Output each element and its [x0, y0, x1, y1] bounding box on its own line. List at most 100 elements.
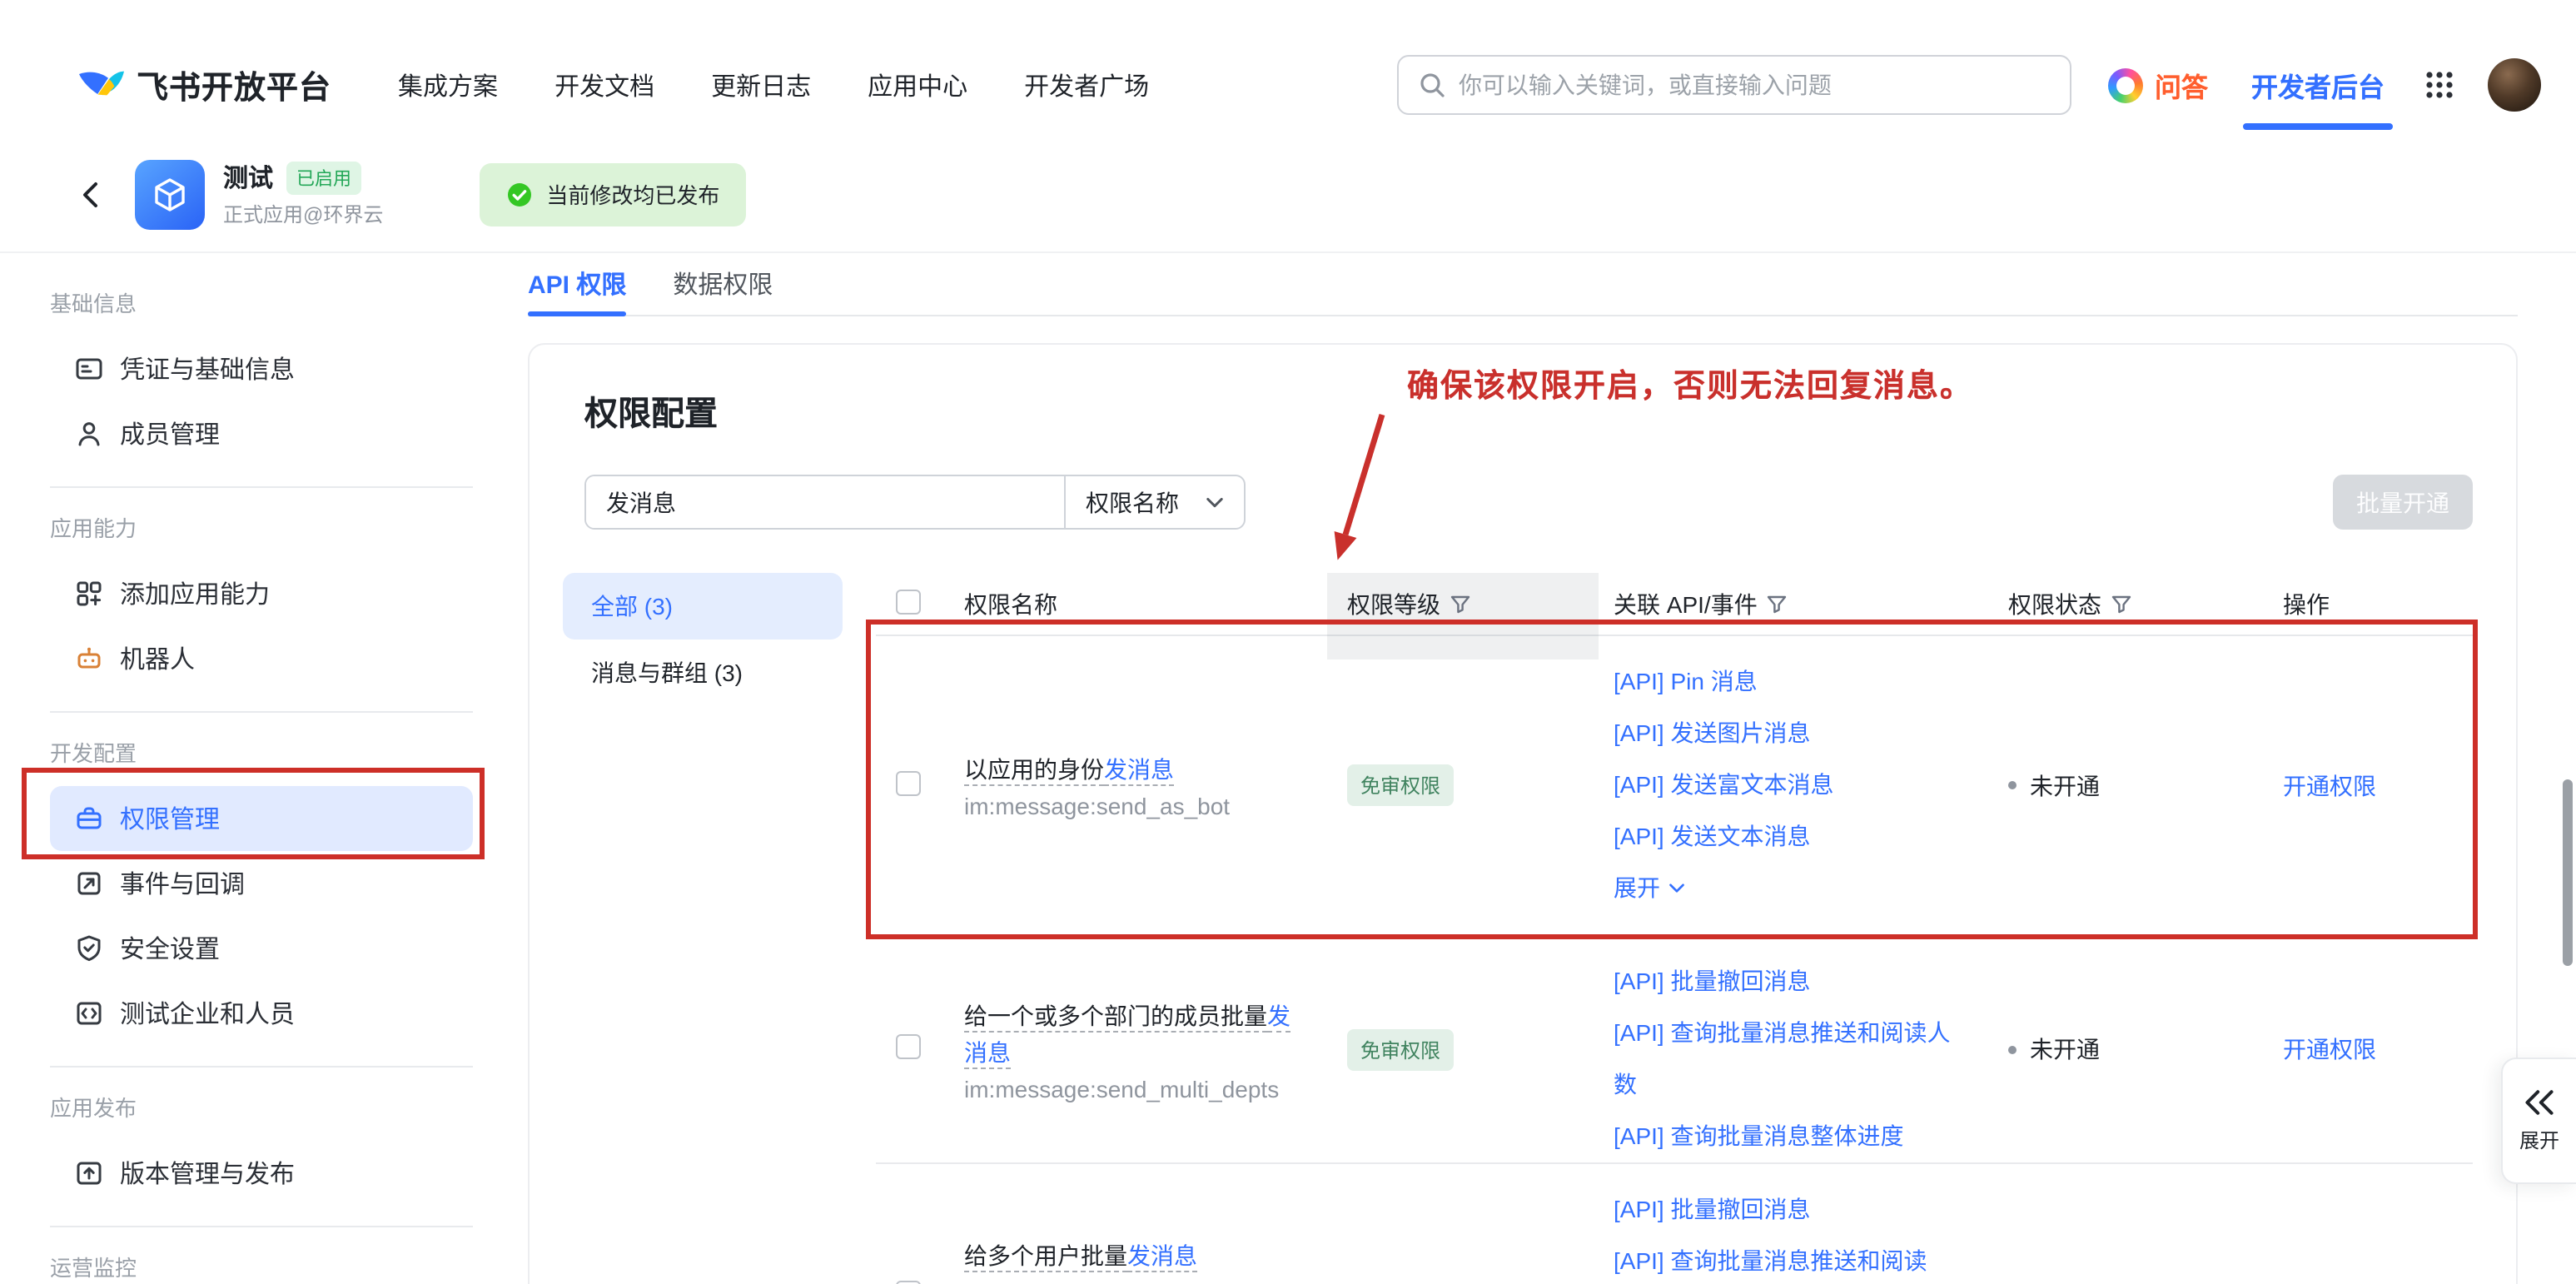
- tab-api-permissions[interactable]: API 权限: [528, 253, 626, 315]
- api-link[interactable]: [API] Pin 消息: [1614, 656, 1987, 708]
- status-badge: 未开通: [2008, 1033, 2261, 1066]
- row-checkbox[interactable]: [896, 1281, 921, 1284]
- sidebar-item-label: 事件与回调: [120, 866, 245, 901]
- permission-name[interactable]: 以应用的身份发消息: [964, 751, 1294, 788]
- filter-funnel-icon[interactable]: [1450, 594, 1470, 614]
- permission-search-input[interactable]: [586, 476, 1064, 528]
- sidebar-item-label: 机器人: [120, 641, 195, 676]
- chevron-down-icon: [1668, 883, 1685, 894]
- permission-name-text: 以应用的身份: [964, 756, 1104, 783]
- divider: [50, 1226, 473, 1227]
- api-link[interactable]: [API] 批量撤回消息: [1614, 1184, 1987, 1236]
- level-badge: 免审权限: [1347, 1028, 1454, 1070]
- table-row: 以应用的身份发消息 im:message:send_as_bot 免审权限 [A…: [876, 636, 2473, 936]
- api-link[interactable]: [API] 发送富文本消息: [1614, 759, 1987, 811]
- search-field-dropdown[interactable]: 权限名称: [1064, 476, 1244, 528]
- publish-status-banner: 当前修改均已发布: [480, 162, 746, 226]
- permission-name[interactable]: 给多个用户批量发消息: [964, 1237, 1294, 1274]
- sidebar-section-release: 应用发布: [0, 1087, 500, 1131]
- sidebar-item-label: 凭证与基础信息: [120, 351, 295, 386]
- status-badge: 未开通: [2008, 769, 2261, 802]
- expand-apis-label: 展开: [1614, 863, 1660, 914]
- global-search[interactable]: [1397, 55, 2071, 115]
- qa-label: 问答: [2155, 65, 2208, 105]
- api-link[interactable]: [API] 批量撤回消息: [1614, 956, 1987, 1008]
- permission-name-highlight[interactable]: 发消息: [1127, 1242, 1197, 1269]
- open-permission-link[interactable]: 开通权限: [2283, 772, 2376, 799]
- nav-item-dev-square[interactable]: 开发者广场: [1024, 67, 1149, 102]
- filter-funnel-icon[interactable]: [1768, 594, 1788, 614]
- select-all-checkbox[interactable]: [896, 589, 921, 614]
- tab-bar: API 权限 数据权限: [528, 253, 2518, 316]
- main-content: API 权限 数据权限 权限配置 权限名称 批量开通: [500, 253, 2576, 1284]
- sidebar-item-test-org[interactable]: 测试企业和人员: [50, 981, 473, 1046]
- code-brackets-icon: [75, 999, 103, 1028]
- back-button[interactable]: [77, 179, 107, 209]
- row-checkbox[interactable]: [896, 770, 921, 795]
- side-panel-expander-label: 展开: [2519, 1126, 2559, 1154]
- row-checkbox[interactable]: [896, 1034, 921, 1059]
- scrollbar-thumb[interactable]: [2563, 779, 2573, 966]
- filter-funnel-icon[interactable]: [2111, 594, 2131, 614]
- sidebar: 基础信息 凭证与基础信息 成员管理 应用能力: [0, 253, 500, 1284]
- divider: [50, 486, 473, 488]
- sidebar-item-bot[interactable]: 机器人: [50, 626, 473, 691]
- open-permission-link[interactable]: 开通权限: [2283, 1036, 2376, 1063]
- top-nav: 飞书开放平台 集成方案 开发文档 更新日志 应用中心 开发者广场 问答 开发者后…: [0, 0, 2576, 137]
- nav-item-docs[interactable]: 开发文档: [554, 67, 654, 102]
- sidebar-item-label: 安全设置: [120, 931, 220, 966]
- nav-item-dev-console[interactable]: 开发者后台: [2251, 65, 2385, 105]
- expand-apis-link[interactable]: 展开: [1614, 863, 1685, 914]
- user-avatar[interactable]: [2488, 58, 2541, 112]
- col-header-name: 权限名称: [942, 587, 1325, 620]
- col-header-action: 操作: [2261, 587, 2473, 620]
- sidebar-item-members[interactable]: 成员管理: [50, 401, 473, 466]
- sidebar-item-security[interactable]: 安全设置: [50, 916, 473, 981]
- nav-item-changelog[interactable]: 更新日志: [711, 67, 811, 102]
- tab-data-permissions[interactable]: 数据权限: [673, 253, 773, 315]
- permission-code: im:message:send_as_bot: [964, 793, 1325, 819]
- permission-panes: 全部 (3) 消息与群组 (3) 权限名称 权限等级: [563, 573, 2473, 1284]
- divider: [50, 1066, 473, 1068]
- permission-code: im:message:send_multi_depts: [964, 1075, 1325, 1102]
- col-header-api: 关联 API/事件: [1592, 573, 1987, 635]
- api-link[interactable]: [API] 查询批量消息推送和阅读人数: [1614, 1008, 1967, 1111]
- brand-logo[interactable]: 飞书开放平台: [75, 60, 331, 110]
- qa-link[interactable]: 问答: [2108, 65, 2208, 105]
- annotation-arrow-icon: [1309, 405, 1409, 580]
- sidebar-item-credentials[interactable]: 凭证与基础信息: [50, 336, 473, 401]
- nav-item-app-center[interactable]: 应用中心: [868, 67, 967, 102]
- permission-name[interactable]: 给一个或多个部门的成员批量发消息: [964, 997, 1294, 1070]
- sidebar-item-label: 版本管理与发布: [120, 1156, 295, 1191]
- api-link[interactable]: [API] 查询批量消息推送和阅读: [1614, 1236, 1987, 1284]
- toolbar: 权限名称 批量开通: [584, 475, 2473, 530]
- search-input[interactable]: [1459, 72, 2050, 98]
- sidebar-item-permissions[interactable]: 权限管理: [50, 786, 473, 851]
- category-message-group[interactable]: 消息与群组 (3): [563, 640, 843, 706]
- permission-name-highlight[interactable]: 发消息: [1104, 756, 1174, 783]
- apps-grid-button[interactable]: [2424, 70, 2454, 100]
- shield-icon: [75, 934, 103, 963]
- id-card-icon: [75, 355, 103, 383]
- api-link[interactable]: [API] 发送图片消息: [1614, 708, 1987, 759]
- sidebar-item-label: 成员管理: [120, 416, 220, 451]
- sidebar-item-version[interactable]: 版本管理与发布: [50, 1141, 473, 1206]
- grid-icon: [2424, 70, 2454, 100]
- api-link[interactable]: [API] 发送文本消息: [1614, 811, 1987, 863]
- sidebar-item-add-capability[interactable]: 添加应用能力: [50, 561, 473, 626]
- col-header-level: 权限等级: [1325, 573, 1592, 635]
- sidebar-item-label: 测试企业和人员: [120, 996, 295, 1031]
- publish-arrow-icon: [75, 1159, 103, 1187]
- api-link[interactable]: [API] 查询批量消息整体进度: [1614, 1111, 1987, 1162]
- briefcase-icon: [75, 804, 103, 833]
- nav-item-integration[interactable]: 集成方案: [398, 67, 498, 102]
- event-callback-icon: [75, 869, 103, 898]
- side-panel-expander[interactable]: 展开: [2501, 1058, 2576, 1184]
- app-icon: [135, 159, 205, 229]
- back-chevron-icon: [77, 179, 107, 209]
- batch-open-button[interactable]: 批量开通: [2333, 475, 2473, 530]
- category-all[interactable]: 全部 (3): [563, 573, 843, 640]
- sidebar-item-events[interactable]: 事件与回调: [50, 851, 473, 916]
- sidebar-section-dev-config: 开发配置: [0, 733, 500, 776]
- sidebar-section-basic-info: 基础信息: [0, 283, 500, 326]
